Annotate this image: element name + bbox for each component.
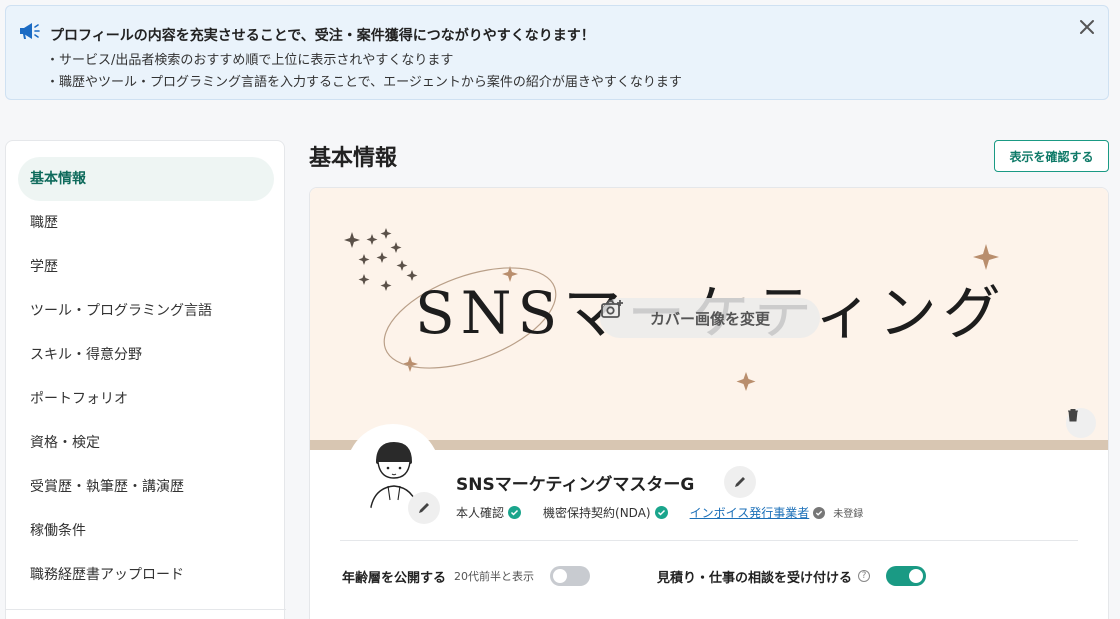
consultation-label: 見積り・仕事の相談を受け付ける [657, 570, 853, 586]
consultation-toggle[interactable] [886, 566, 927, 586]
sidebar-item-work-history[interactable]: 職歴 [18, 201, 274, 245]
sidebar-item-availability[interactable]: 稼働条件 [18, 509, 274, 553]
sidebar-item-certifications[interactable]: 資格・検定 [18, 421, 274, 465]
camera-plus-icon [601, 300, 623, 318]
identity-label: 本人確認 [456, 506, 505, 520]
sidebar-item-basic-info[interactable]: 基本情報 [18, 157, 274, 201]
pencil-icon [735, 477, 745, 487]
notice-title: プロフィールの内容を充実させることで、受注・案件獲得につながりやすくなります！ [50, 28, 595, 44]
age-visibility-toggle[interactable] [550, 566, 591, 586]
nda-badge: 機密保持契約(NDA) [543, 504, 668, 521]
identity-verified-badge: 本人確認 [456, 504, 522, 521]
cover-image: SNSマーケティング カバー画像を変更 [310, 188, 1108, 450]
close-icon[interactable] [1076, 16, 1098, 38]
invoice-status: 未登録 [833, 509, 864, 520]
verification-badges: 本人確認 機密保持契約(NDA) インボイス発行事業者 未登録 [456, 504, 885, 521]
check-icon [508, 506, 522, 519]
profile-card: SNSマーケティング カバー画像を変更 [309, 187, 1109, 619]
notice-line-2: ・職歴やツール・プログラミング言語を入力することで、エージェントから案件の紹介が… [46, 75, 682, 90]
notice-line-1: ・サービス/出品者検索のおすすめ順で上位に表示されやすくなります [46, 53, 454, 68]
sidebar-divider [6, 609, 286, 610]
page-title: 基本情報 [309, 146, 398, 171]
nda-label: 機密保持契約(NDA) [543, 506, 651, 520]
edit-avatar-button[interactable] [408, 492, 440, 524]
sidebar-item-awards[interactable]: 受賞歴・執筆歴・講演歴 [18, 465, 274, 509]
preview-profile-button[interactable]: 表示を確認する [994, 140, 1109, 172]
edit-name-button[interactable] [724, 466, 756, 498]
check-icon [813, 506, 826, 519]
pencil-icon [419, 503, 429, 513]
sidebar-item-skills[interactable]: スキル・得意分野 [18, 333, 274, 377]
profile-notice-banner: プロフィールの内容を充実させることで、受注・案件獲得につながりやすくなります！ … [5, 5, 1109, 100]
sidebar-item-resume-upload[interactable]: 職務経歴書アップロード [18, 553, 274, 597]
megaphone-icon [20, 23, 40, 39]
age-visibility-label: 年齢層を公開する [342, 570, 447, 586]
invoice-badge: インボイス発行事業者 未登録 [690, 504, 864, 521]
profile-sidebar: 基本情報 職歴 学歴 ツール・プログラミング言語 スキル・得意分野 ポートフォリ… [5, 140, 286, 619]
help-icon[interactable]: ? [858, 570, 871, 582]
delete-cover-button[interactable] [1066, 408, 1096, 438]
consultation-setting: 見積り・仕事の相談を受け付ける ? [657, 566, 927, 586]
sidebar-item-education[interactable]: 学歴 [18, 245, 274, 289]
card-divider [340, 540, 1078, 541]
age-visibility-setting: 年齢層を公開する 20代前半と表示 [342, 566, 591, 586]
trash-icon [1068, 409, 1078, 422]
age-visibility-sub: 20代前半と表示 [454, 570, 535, 583]
profile-name: SNSマーケティングマスターG [456, 475, 695, 495]
change-cover-button[interactable]: カバー画像を変更 [600, 298, 820, 338]
sidebar-item-portfolio[interactable]: ポートフォリオ [18, 377, 274, 421]
invoice-link[interactable]: インボイス発行事業者 [690, 504, 810, 521]
change-cover-label: カバー画像を変更 [649, 309, 770, 328]
check-icon [654, 506, 668, 519]
sidebar-item-tools[interactable]: ツール・プログラミング言語 [18, 289, 274, 333]
